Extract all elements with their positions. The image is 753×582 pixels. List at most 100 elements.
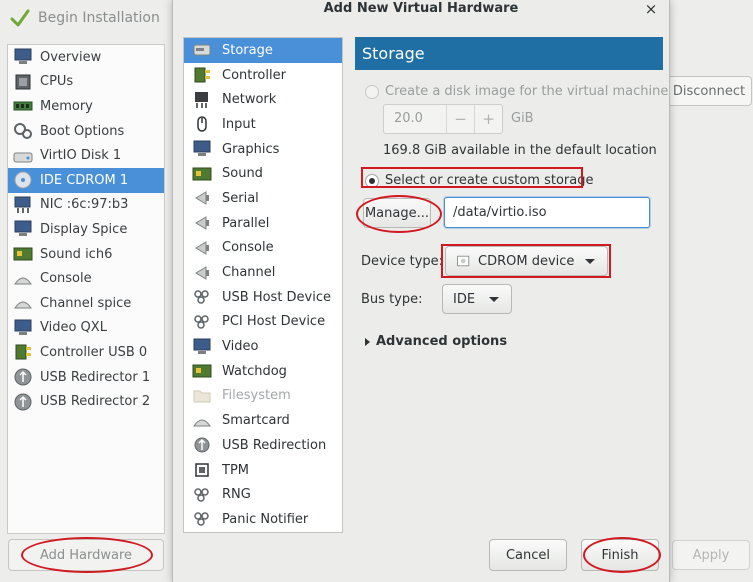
hardware-item-rng[interactable]: RNG (184, 482, 342, 507)
device-item-cpus[interactable]: CPUs (8, 70, 164, 95)
hardware-item-panic-notifier[interactable]: Panic Notifier (184, 507, 342, 532)
cpu-icon (15, 74, 31, 90)
hardware-item-console[interactable]: Console (184, 236, 342, 261)
parallel-port-icon (195, 216, 209, 231)
device-item-display-spice[interactable]: Display Spice (8, 217, 164, 242)
hardware-item-label: Graphics (222, 141, 280, 157)
device-item-overview[interactable]: Overview (8, 45, 164, 70)
advanced-options-label: Advanced options (376, 334, 508, 349)
hardware-item-pci-host-device[interactable]: PCI Host Device (184, 310, 342, 335)
display-icon (14, 220, 32, 237)
annotation-ellipse-add-hardware (21, 537, 153, 573)
device-item-label: Sound ich6 (40, 246, 113, 262)
video-icon (193, 338, 211, 354)
create-disk-option[interactable]: Create a disk image for the virtual mach… (365, 84, 668, 99)
hardware-item-label: Sound (222, 166, 263, 182)
hardware-item-video[interactable]: Video (184, 334, 342, 359)
device-item-boot-options[interactable]: Boot Options (8, 119, 164, 144)
add-hardware-dialog: Add New Virtual Hardware × Storage Contr… (172, 0, 670, 582)
cdrom-icon (14, 171, 32, 189)
device-item-video-qxl[interactable]: Video QXL (8, 316, 164, 341)
device-item-label: Channel spice (40, 295, 132, 311)
increment-button[interactable]: + (474, 105, 502, 133)
hardware-item-label: Panic Notifier (222, 511, 309, 527)
hardware-item-label: Storage (222, 42, 273, 58)
device-item-ide-cdrom[interactable]: IDE CDROM 1 (8, 167, 164, 193)
available-space-text: 169.8 GiB available in the default locat… (383, 143, 657, 158)
hardware-item-sound[interactable]: Sound (184, 161, 342, 186)
hardware-item-label: Watchdog (222, 363, 287, 379)
cancel-button[interactable]: Cancel (489, 539, 567, 571)
hardware-item-usb-redirection[interactable]: USB Redirection (184, 433, 342, 458)
device-item-channel-spice[interactable]: Channel spice (8, 291, 164, 316)
bus-type-combo[interactable]: IDE (442, 284, 512, 314)
device-item-memory[interactable]: Memory (8, 94, 164, 119)
device-item-sound[interactable]: Sound ich6 (8, 242, 164, 267)
decrement-button[interactable]: − (446, 105, 474, 133)
hardware-item-serial[interactable]: Serial (184, 186, 342, 211)
disk-icon (13, 152, 33, 163)
nic-icon (14, 196, 31, 213)
create-disk-radio[interactable] (365, 84, 379, 99)
begin-installation-label: Begin Installation (38, 10, 160, 26)
hardware-item-label: Network (222, 92, 277, 108)
memory-icon (13, 101, 33, 111)
hardware-item-label: Controller (222, 67, 286, 83)
device-item-label: USB Redirector 2 (40, 394, 151, 410)
hardware-item-usb-host-device[interactable]: USB Host Device (184, 285, 342, 310)
create-disk-label: Create a disk image for the virtual mach… (385, 84, 669, 99)
hardware-item-controller[interactable]: Controller (184, 63, 342, 88)
sound-card-icon (192, 167, 212, 181)
controller-icon (194, 67, 210, 83)
device-item-label: Memory (40, 98, 93, 114)
usb-redirector-icon (14, 368, 32, 386)
network-icon (195, 91, 208, 108)
disconnect-button[interactable]: Disconnect (666, 76, 752, 106)
hardware-item-tpm[interactable]: TPM (184, 458, 342, 483)
device-item-controller-usb[interactable]: Controller USB 0 (8, 340, 164, 365)
chevron-right-icon (365, 337, 370, 346)
hardware-item-graphics[interactable]: Graphics (184, 137, 342, 162)
begin-installation-button[interactable]: Begin Installation (10, 8, 160, 28)
device-item-nic[interactable]: NIC :6c:97:b3 (8, 193, 164, 218)
device-type-label: Device type: (361, 254, 444, 269)
device-item-usb-redirector-2[interactable]: USB Redirector 2 (8, 389, 164, 414)
watchdog-icon (192, 364, 212, 378)
annotation-ellipse-manage (356, 195, 442, 233)
hardware-item-parallel[interactable]: Parallel (184, 211, 342, 236)
hardware-item-network[interactable]: Network (184, 87, 342, 112)
advanced-options-expander[interactable]: Advanced options (365, 334, 507, 349)
hardware-item-watchdog[interactable]: Watchdog (184, 359, 342, 384)
hardware-item-input[interactable]: Input (184, 112, 342, 137)
disk-size-value: 20.0 (394, 111, 423, 126)
storage-icon (193, 44, 211, 56)
panic-notifier-icon (194, 512, 209, 527)
hardware-item-label: TPM (222, 462, 249, 478)
monitor-icon (193, 140, 211, 157)
device-item-console[interactable]: Console (8, 266, 164, 291)
device-item-usb-redirector-1[interactable]: USB Redirector 1 (8, 365, 164, 390)
hardware-item-smartcard[interactable]: Smartcard (184, 408, 342, 433)
usb-host-icon (194, 290, 209, 304)
close-icon[interactable]: × (643, 1, 659, 17)
checkmark-icon (10, 9, 30, 27)
sound-icon (13, 247, 33, 261)
annotation-box-device-type (441, 244, 611, 278)
disk-size-unit: GiB (511, 111, 534, 126)
device-item-label: Boot Options (40, 123, 125, 139)
controller-icon (15, 344, 31, 360)
hardware-item-label: Parallel (222, 215, 270, 231)
channel-port-icon (195, 265, 209, 280)
apply-button[interactable]: Apply (672, 540, 750, 570)
hardware-item-channel[interactable]: Channel (184, 260, 342, 285)
hardware-item-filesystem[interactable]: Filesystem (184, 384, 342, 409)
tpm-icon (195, 463, 209, 477)
storage-path-input[interactable]: /data/virtio.iso (444, 197, 650, 228)
smartcard-icon (193, 419, 211, 427)
hardware-item-storage[interactable]: Storage (184, 38, 342, 63)
disk-size-spinner[interactable]: 20.0 − + (383, 104, 503, 134)
device-item-label: Console (40, 271, 92, 287)
device-item-virtio-disk[interactable]: VirtIO Disk 1 (8, 143, 164, 168)
hardware-item-label: RNG (222, 487, 251, 503)
hardware-item-label: Smartcard (222, 413, 290, 429)
